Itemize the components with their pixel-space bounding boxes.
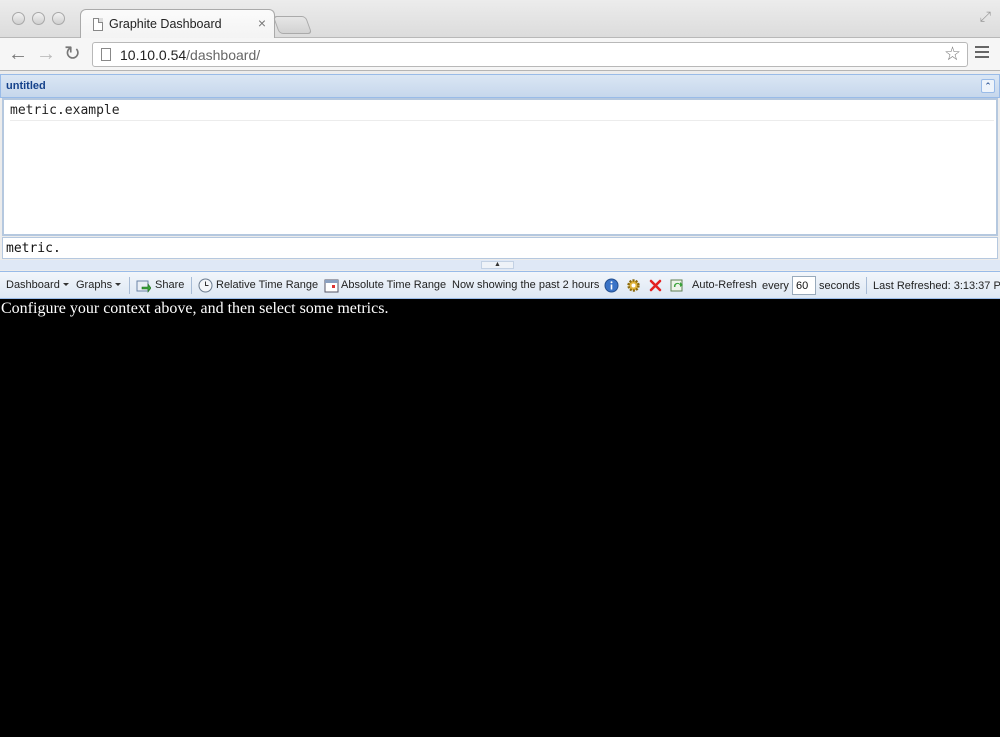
panel-splitter[interactable]: ▲ (0, 260, 1000, 270)
graphs-menu[interactable]: Graphs (76, 279, 121, 291)
relative-time-range-button[interactable]: Relative Time Range (216, 279, 318, 291)
remove-icon[interactable] (648, 278, 663, 293)
absolute-time-range-button[interactable]: Absolute Time Range (341, 279, 446, 291)
window-close-button[interactable] (12, 12, 25, 25)
graph-area: Configure your context above, and then s… (0, 299, 1000, 737)
panel-header: untitled ⌃ (0, 74, 1000, 98)
every-label: every (762, 280, 789, 292)
time-range-status: Now showing the past 2 hours (452, 279, 600, 291)
clock-icon (198, 278, 213, 293)
back-arrow-icon[interactable]: ← (8, 43, 28, 65)
empty-graph-message: Configure your context above, and then s… (1, 300, 389, 317)
metric-completer-input[interactable] (2, 237, 998, 259)
fullscreen-icon[interactable]: ⤢ (980, 8, 991, 25)
last-refreshed-label: Last Refreshed: 3:13:37 P (873, 280, 1000, 292)
bookmark-star-icon[interactable]: ☆ (944, 43, 961, 66)
context-selector[interactable]: metric.example (2, 98, 998, 236)
url-path: /dashboard/ (186, 47, 261, 63)
browser-titlebar: Graphite Dashboard × ⤢ (0, 0, 1000, 39)
share-button[interactable]: Share (155, 279, 184, 291)
gear-icon[interactable] (626, 278, 641, 293)
dashboard-toolbar: Dashboard Graphs Share Relative Time Ran… (0, 271, 1000, 299)
window-minimize-button[interactable] (32, 12, 45, 25)
share-icon[interactable] (136, 278, 151, 293)
context-line[interactable]: metric.example (10, 103, 994, 121)
refresh-interval-input[interactable] (792, 276, 816, 295)
seconds-label: seconds (819, 280, 860, 292)
auto-refresh-toggle[interactable]: Auto-Refresh (692, 279, 757, 291)
reload-icon[interactable]: ↻ (64, 43, 81, 65)
info-icon[interactable] (604, 278, 619, 293)
address-bar[interactable]: 10.10.0.54/dashboard/ ☆ (92, 42, 968, 67)
browser-toolbar: ← → ↻ 10.10.0.54/dashboard/ ☆ (0, 38, 1000, 71)
dashboard-menu[interactable]: Dashboard (6, 279, 69, 291)
forward-arrow-icon[interactable]: → (36, 43, 56, 65)
browser-tab[interactable]: Graphite Dashboard × (80, 9, 275, 39)
auto-refresh-icon[interactable] (670, 278, 685, 293)
url-text: 10.10.0.54/dashboard/ (120, 47, 260, 63)
calendar-icon (324, 279, 339, 293)
collapse-arrow-icon[interactable]: ▲ (481, 261, 514, 269)
page-icon (101, 48, 111, 61)
double-chevron-up-icon[interactable]: ⌃ (981, 79, 995, 93)
menu-icon[interactable] (975, 46, 989, 61)
page-icon (93, 18, 103, 31)
window-zoom-button[interactable] (52, 12, 65, 25)
panel-title: untitled (6, 80, 46, 92)
url-host: 10.10.0.54 (120, 47, 187, 63)
new-tab-button[interactable] (272, 16, 313, 34)
tab-close-icon[interactable]: × (258, 15, 266, 31)
tab-title: Graphite Dashboard (109, 17, 222, 31)
